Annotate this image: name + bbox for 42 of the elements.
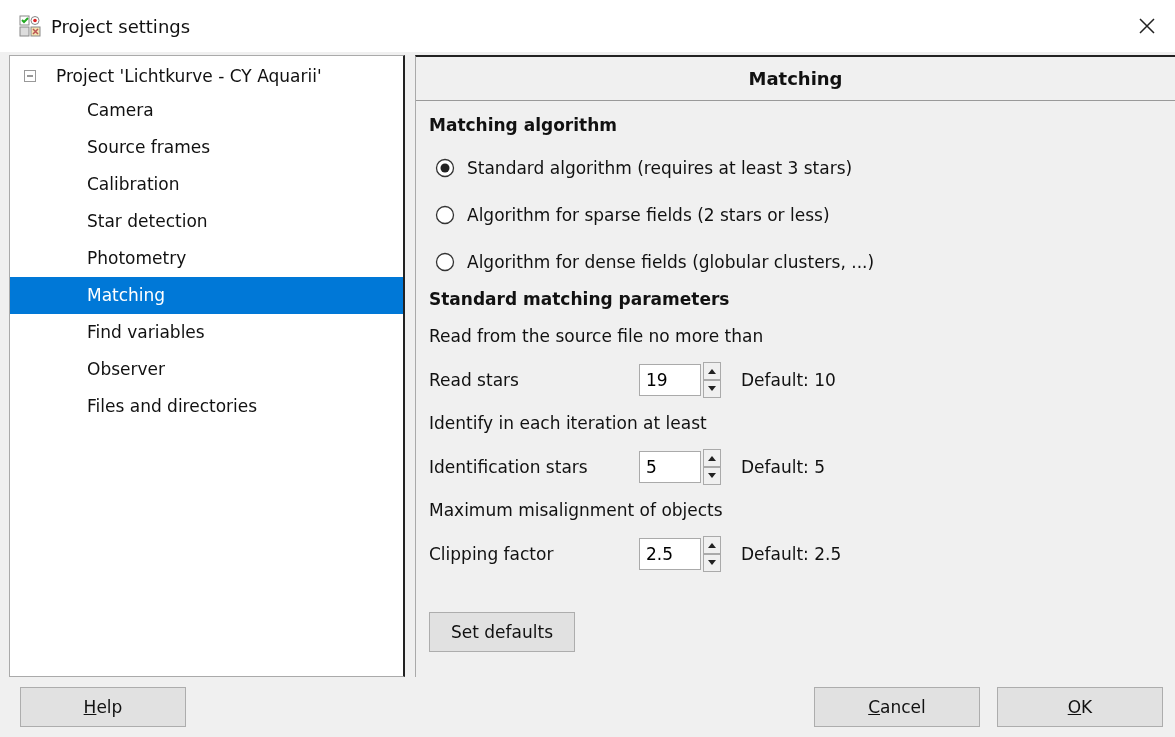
tree-item[interactable]: Observer	[10, 351, 403, 388]
field-label: Identification stars	[429, 457, 589, 477]
tree-item[interactable]: Calibration	[10, 166, 403, 203]
section-heading: Matching algorithm	[429, 114, 617, 137]
tree-item[interactable]: Files and directories	[10, 388, 403, 425]
tree-item[interactable]: Star detection	[10, 203, 403, 240]
radio-button[interactable]	[435, 157, 455, 178]
spin-arrows-icon[interactable]	[703, 362, 721, 398]
tree-item[interactable]: Camera	[10, 92, 403, 129]
dialog-button[interactable]: OK	[997, 687, 1163, 727]
radio-button[interactable]	[435, 251, 455, 272]
field-label: Read stars	[429, 370, 520, 390]
description-text: Identify in each iteration at least	[429, 412, 707, 435]
tree-item[interactable]: Matching	[10, 277, 403, 314]
radio-button[interactable]	[435, 204, 455, 225]
spin-arrows-icon[interactable]	[703, 449, 721, 485]
radio-label[interactable]: Standard algorithm (requires at least 3 stars)	[467, 157, 853, 178]
default-value-text: Default: 2.5	[741, 544, 842, 564]
number-field[interactable]: 2.5	[639, 538, 701, 570]
close-icon[interactable]	[1137, 16, 1157, 36]
section-heading: Standard matching parameters	[429, 288, 730, 311]
default-value-text: Default: 10	[741, 370, 836, 390]
collapse-icon[interactable]	[24, 70, 36, 82]
page-title: Matching	[416, 57, 1175, 101]
tree-item[interactable]: Project 'Lichtkurve - CY Aquarii'	[56, 66, 322, 86]
description-text: Read from the source file no more than	[429, 325, 764, 348]
tree-item[interactable]: Find variables	[10, 314, 403, 351]
tree-item[interactable]: Source frames	[10, 129, 403, 166]
set-defaults-button[interactable]: Set defaults	[429, 612, 575, 652]
description-text: Maximum misalignment of objects	[429, 499, 723, 522]
number-field[interactable]: 19	[639, 364, 701, 396]
default-value-text: Default: 5	[741, 457, 826, 477]
radio-label[interactable]: Algorithm for dense fields (globular clusters, ...)	[467, 251, 875, 272]
settings-icon	[19, 15, 41, 37]
field-label: Clipping factor	[429, 544, 555, 564]
window-title: Project settings	[51, 15, 192, 37]
dialog-button[interactable]: Help	[20, 687, 186, 727]
number-field[interactable]: 5	[639, 451, 701, 483]
spin-arrows-icon[interactable]	[703, 536, 721, 572]
radio-label[interactable]: Algorithm for sparse fields (2 stars or less)	[467, 204, 830, 225]
tree-item[interactable]: Photometry	[10, 240, 403, 277]
dialog-button[interactable]: Cancel	[814, 687, 980, 727]
